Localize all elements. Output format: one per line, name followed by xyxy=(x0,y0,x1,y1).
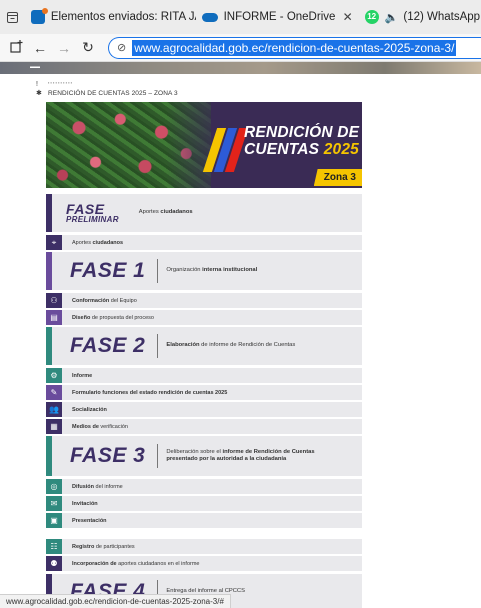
tab-label: (12) WhatsApp xyxy=(403,11,481,23)
breadcrumb[interactable]: ▪ ▪ ▪ ▪ ▪ ▪ ▪ ▪ ▪ ▪ xyxy=(48,80,72,85)
web-page: ▬▬ ! ✱ ▪ ▪ ▪ ▪ ▪ ▪ ▪ ▪ ▪ ▪ RENDICIÓN DE … xyxy=(0,62,481,608)
tab-outlook[interactable]: Elementos enviados: RITA JACO ✕ xyxy=(25,0,196,34)
chart-icon: ▦ xyxy=(46,419,62,434)
phase-1: FASE 1 Organización interna instituciona… xyxy=(46,252,362,290)
document-icon: ▤ xyxy=(46,310,62,325)
tab-list-icon xyxy=(6,11,18,23)
tab-label: Elementos enviados: RITA JACO xyxy=(50,11,196,23)
presentation-icon: ▣ xyxy=(46,513,62,528)
hero-title: RENDICIÓN DE CUENTAS 2025 xyxy=(244,124,360,158)
invitation-icon: ✉ xyxy=(46,496,62,511)
phase-description: Organización interna institucional xyxy=(166,267,258,274)
settings-icon[interactable]: ✱ xyxy=(36,89,42,98)
phase-item[interactable]: ✉ Invitación xyxy=(46,496,362,511)
add-user-icon: ⚉ xyxy=(46,556,62,571)
tab-whatsapp[interactable]: 12 🔈 (12) WhatsApp xyxy=(359,0,481,34)
zone-label: Zona 3 xyxy=(313,169,362,186)
phase-description: Elaboración de informe de Rendición de C… xyxy=(166,342,296,349)
broadcast-icon: ◎ xyxy=(46,479,62,494)
close-tab-icon[interactable]: ✕ xyxy=(337,10,353,24)
status-bar-url: www.agrocalidad.gob.ec/rendicion-de-cuen… xyxy=(0,594,231,608)
infographic: RENDICIÓN DE CUENTAS 2025 Zona 3 FASE PRE… xyxy=(46,102,362,608)
back-button[interactable]: ← xyxy=(28,40,52,56)
pin-icon[interactable]: ! xyxy=(36,80,42,89)
phase-item[interactable]: ✎ Formulario funciones del estado rendic… xyxy=(46,385,362,400)
phase-item[interactable]: ◎ Difusión del informe xyxy=(46,479,362,494)
phase-3: FASE 3 Deliberación sobre el informe de … xyxy=(46,436,362,476)
phase-preliminar: FASE PRELIMINAR Aportes ciudadanos xyxy=(46,194,362,232)
phase-item[interactable]: ▣ Presentación xyxy=(46,513,362,528)
tab-list-button[interactable] xyxy=(0,0,25,34)
navigation-bar: ← → ↻ ⊘ www.agrocalidad.gob.ec/rendicion… xyxy=(0,34,481,62)
whatsapp-icon: 12 xyxy=(364,10,379,24)
hero-banner: RENDICIÓN DE CUENTAS 2025 Zona 3 xyxy=(46,102,362,188)
team-icon: ⚇ xyxy=(46,293,62,308)
form-icon: ✎ xyxy=(46,385,62,400)
phase-item[interactable]: ▤ Diseño de propuesta del proceso xyxy=(46,310,362,325)
phase-item[interactable]: ⚇ Conformación del Equipo xyxy=(46,293,362,308)
tab-bar: Elementos enviados: RITA JACO ✕ INFORME … xyxy=(0,0,481,34)
side-toolbar: ! ✱ xyxy=(36,80,42,98)
map-icon: ⌖ xyxy=(46,235,62,250)
phase-item[interactable]: ☷ Registro de participantes xyxy=(46,539,362,554)
reload-button[interactable]: ↻ xyxy=(76,39,100,56)
site-header-banner: ▬▬ xyxy=(0,62,481,74)
phase-item[interactable]: ▦ Medios de verificación xyxy=(46,419,362,434)
phase-description: Aportes ciudadanos xyxy=(138,209,193,216)
phase-item[interactable]: ⚙ Informe xyxy=(46,368,362,383)
report-icon: ⚙ xyxy=(46,368,62,383)
outlook-icon xyxy=(30,8,48,24)
register-icon: ☷ xyxy=(46,539,62,554)
forward-button[interactable]: → xyxy=(52,40,76,56)
site-logo[interactable]: ▬▬ xyxy=(30,64,40,70)
url-text[interactable]: www.agrocalidad.gob.ec/rendicion-de-cuen… xyxy=(132,39,457,56)
speaker-icon[interactable]: 🔈 xyxy=(385,11,399,24)
flag-stripes xyxy=(202,128,249,172)
phase-item[interactable]: ⌖ Aportes ciudadanos xyxy=(46,235,362,250)
site-info-icon[interactable]: ⊘ xyxy=(117,41,126,54)
phase-description: Deliberación sobre el informe de Rendici… xyxy=(166,448,315,463)
phase-item[interactable]: 👥 Socialización xyxy=(46,402,362,417)
page-title: RENDICIÓN DE CUENTAS 2025 – ZONA 3 xyxy=(48,90,178,97)
new-tab-button[interactable] xyxy=(4,39,28,56)
onedrive-icon xyxy=(201,12,218,22)
tab-onedrive[interactable]: INFORME - OneDrive ✕ xyxy=(196,0,359,34)
phase-2: FASE 2 Elaboración de informe de Rendici… xyxy=(46,327,362,365)
new-tab-icon xyxy=(9,39,22,53)
people-icon: 👥 xyxy=(46,402,62,417)
address-bar[interactable]: ⊘ www.agrocalidad.gob.ec/rendicion-de-cu… xyxy=(108,36,481,59)
tab-label: INFORME - OneDrive xyxy=(223,11,336,23)
phase-item[interactable]: ⚉ Incorporación de aportes ciudadanos en… xyxy=(46,556,362,571)
